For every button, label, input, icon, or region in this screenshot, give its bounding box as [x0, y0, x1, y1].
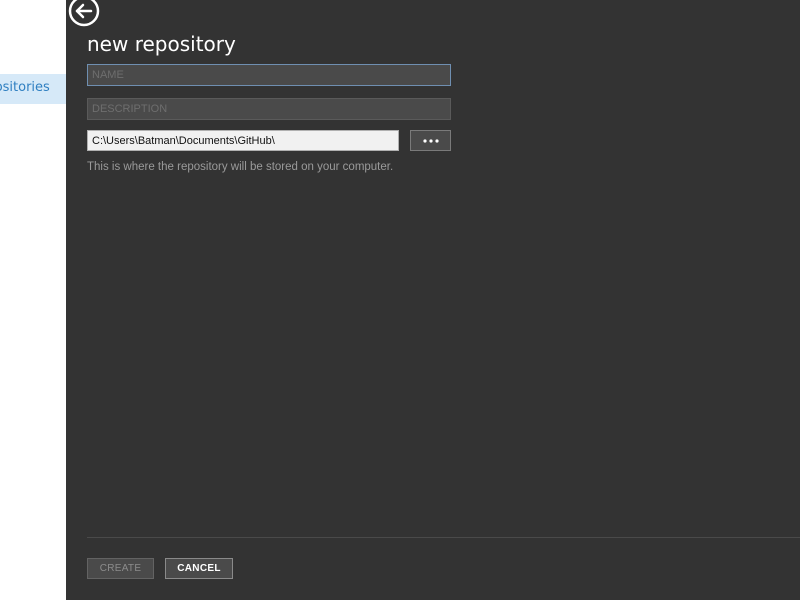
browse-button[interactable]	[410, 130, 451, 151]
description-input[interactable]	[87, 98, 451, 120]
footer-divider	[87, 537, 800, 538]
new-repository-panel: new repository This is where the reposit…	[66, 0, 800, 600]
name-input[interactable]	[87, 64, 451, 86]
back-arrow-circle-icon	[68, 0, 100, 27]
sidebar-item-repositories[interactable]: Repositories	[0, 74, 66, 104]
app-window: Repositories new repository This is wher…	[0, 0, 800, 600]
left-navigation-pane: Repositories	[0, 0, 66, 600]
cancel-button[interactable]: CANCEL	[165, 558, 233, 579]
path-hint-text: This is where the repository will be sto…	[87, 161, 394, 173]
ellipsis-icon	[422, 138, 439, 143]
page-title: new repository	[87, 32, 236, 56]
create-button[interactable]: CREATE	[87, 558, 154, 579]
sidebar-item-label: Repositories	[0, 80, 50, 95]
local-path-input[interactable]	[87, 130, 399, 151]
back-button[interactable]	[68, 0, 100, 27]
